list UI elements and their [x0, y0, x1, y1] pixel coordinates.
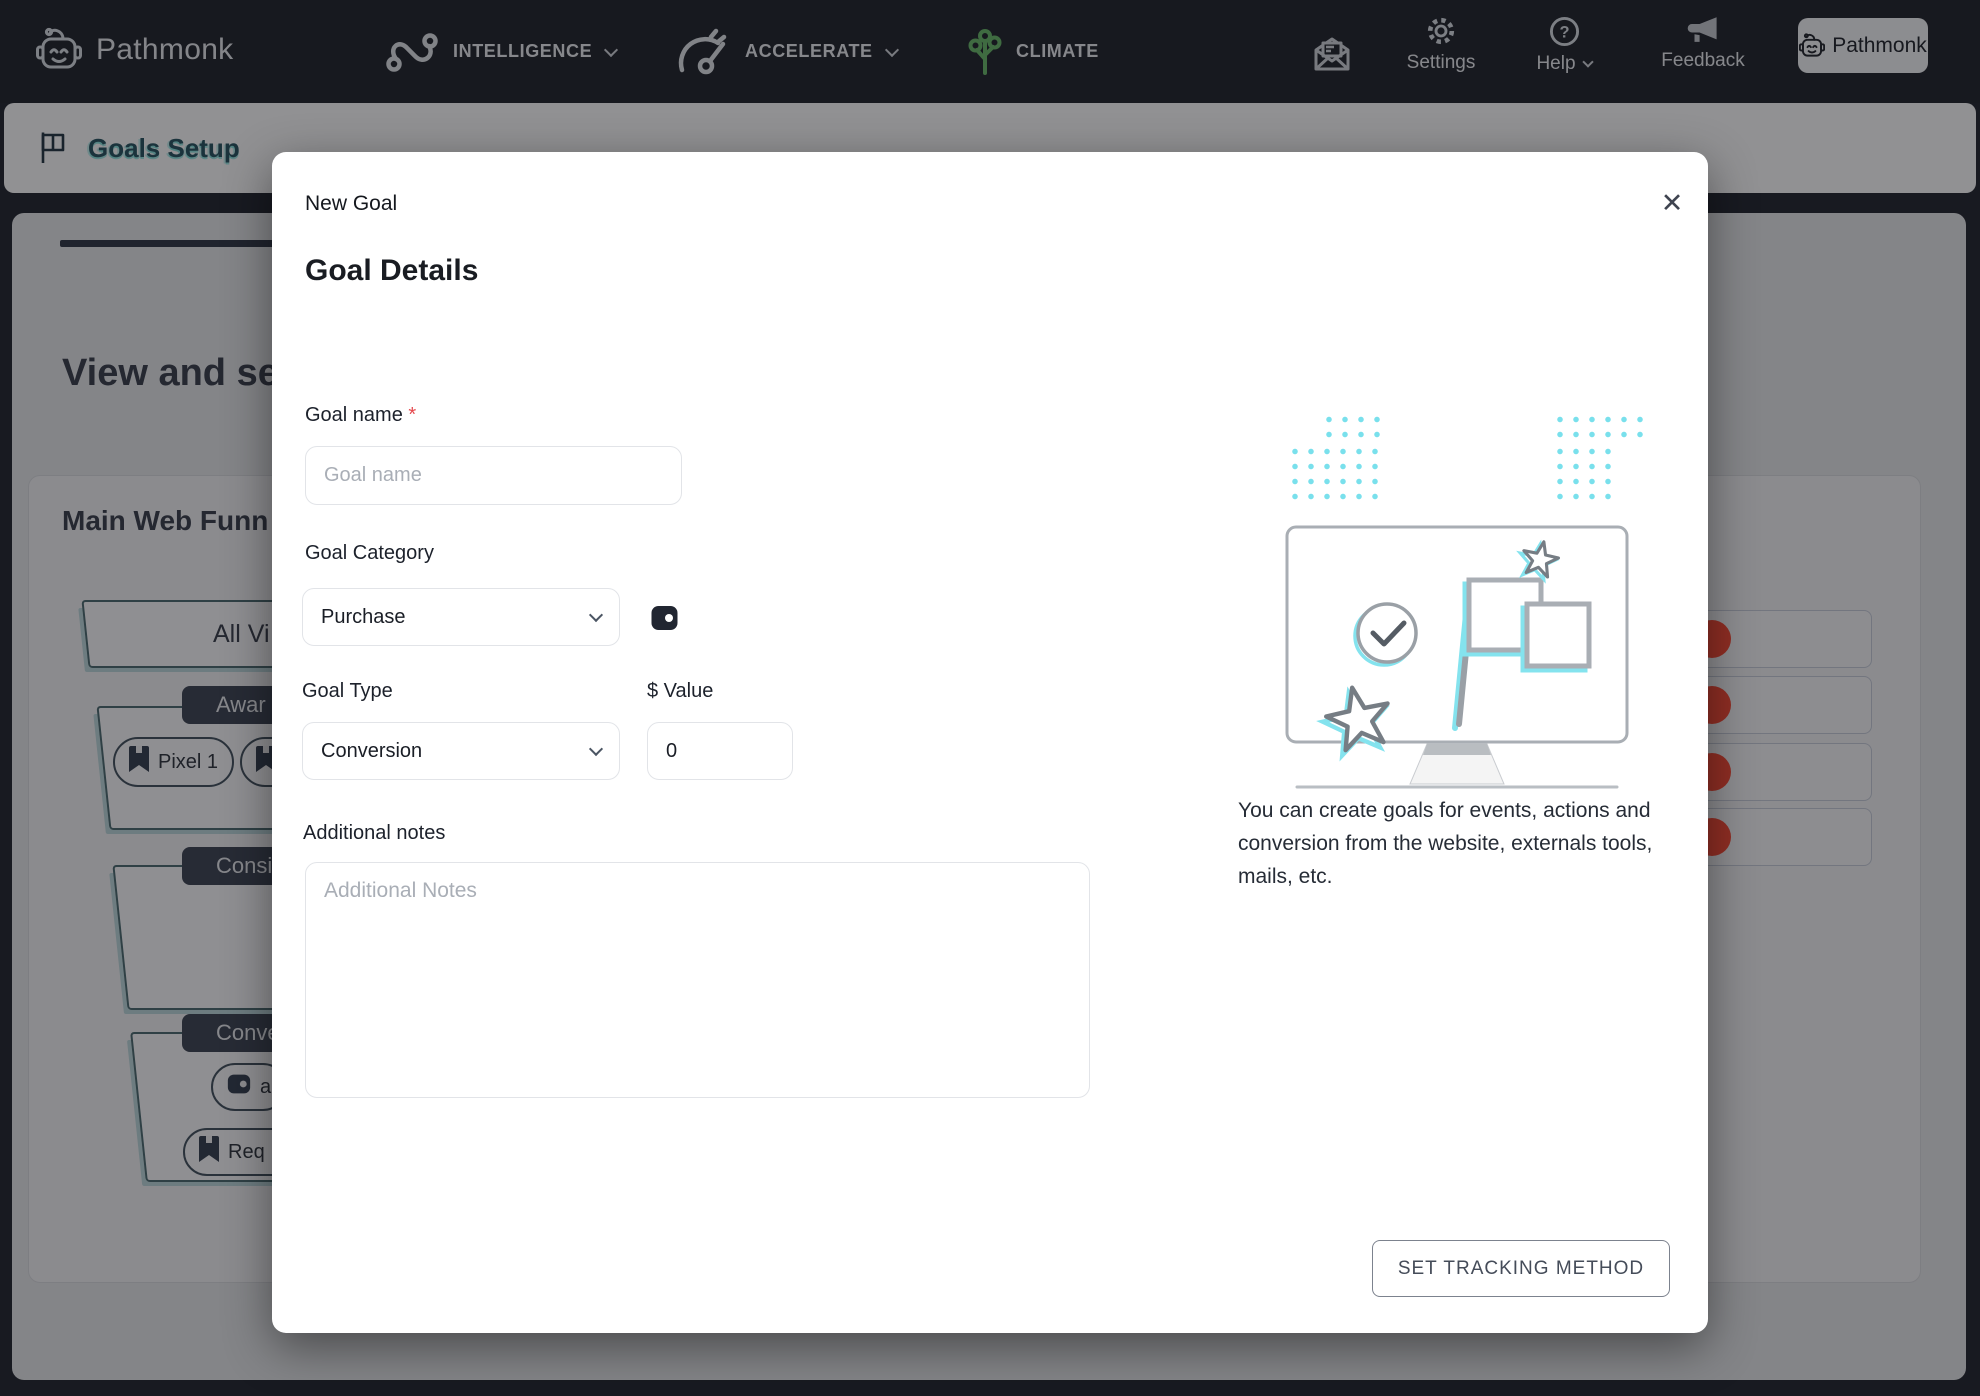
goal-category-value: Purchase — [321, 606, 591, 629]
required-asterisk: * — [408, 404, 416, 426]
dot-grid-decoration — [1287, 412, 1383, 500]
value-input[interactable] — [647, 722, 793, 780]
goals-monitor-illustration — [1272, 512, 1642, 817]
chevron-down-icon — [589, 608, 603, 622]
additional-notes-textarea[interactable] — [305, 862, 1090, 1098]
close-icon[interactable]: ✕ — [1650, 182, 1694, 226]
modal-title: New Goal — [305, 192, 397, 216]
purchase-category-icon — [650, 604, 679, 637]
additional-notes-label: Additional notes — [303, 822, 445, 845]
goal-category-label: Goal Category — [305, 542, 434, 565]
new-goal-modal: New Goal ✕ Goal Details Goal name * Goal… — [272, 152, 1708, 1333]
goal-name-input[interactable] — [305, 446, 682, 505]
section-title: Goal Details — [305, 254, 478, 288]
app-root: Pathmonk INTELLIGENCE ACCELERATE — [0, 0, 1980, 1396]
chevron-down-icon — [589, 742, 603, 756]
goal-type-select[interactable]: Conversion — [302, 722, 620, 780]
value-label: $ Value — [647, 680, 713, 703]
goal-name-label-text: Goal name — [305, 404, 403, 426]
goal-category-select[interactable]: Purchase — [302, 588, 620, 646]
illustration-caption: You can create goals for events, actions… — [1238, 794, 1690, 893]
goal-name-label: Goal name * — [305, 404, 416, 427]
set-tracking-method-button[interactable]: SET TRACKING METHOD — [1372, 1240, 1670, 1297]
goal-type-label: Goal Type — [302, 680, 393, 703]
dot-grid-decoration — [1552, 412, 1648, 500]
goal-type-value: Conversion — [321, 740, 591, 763]
